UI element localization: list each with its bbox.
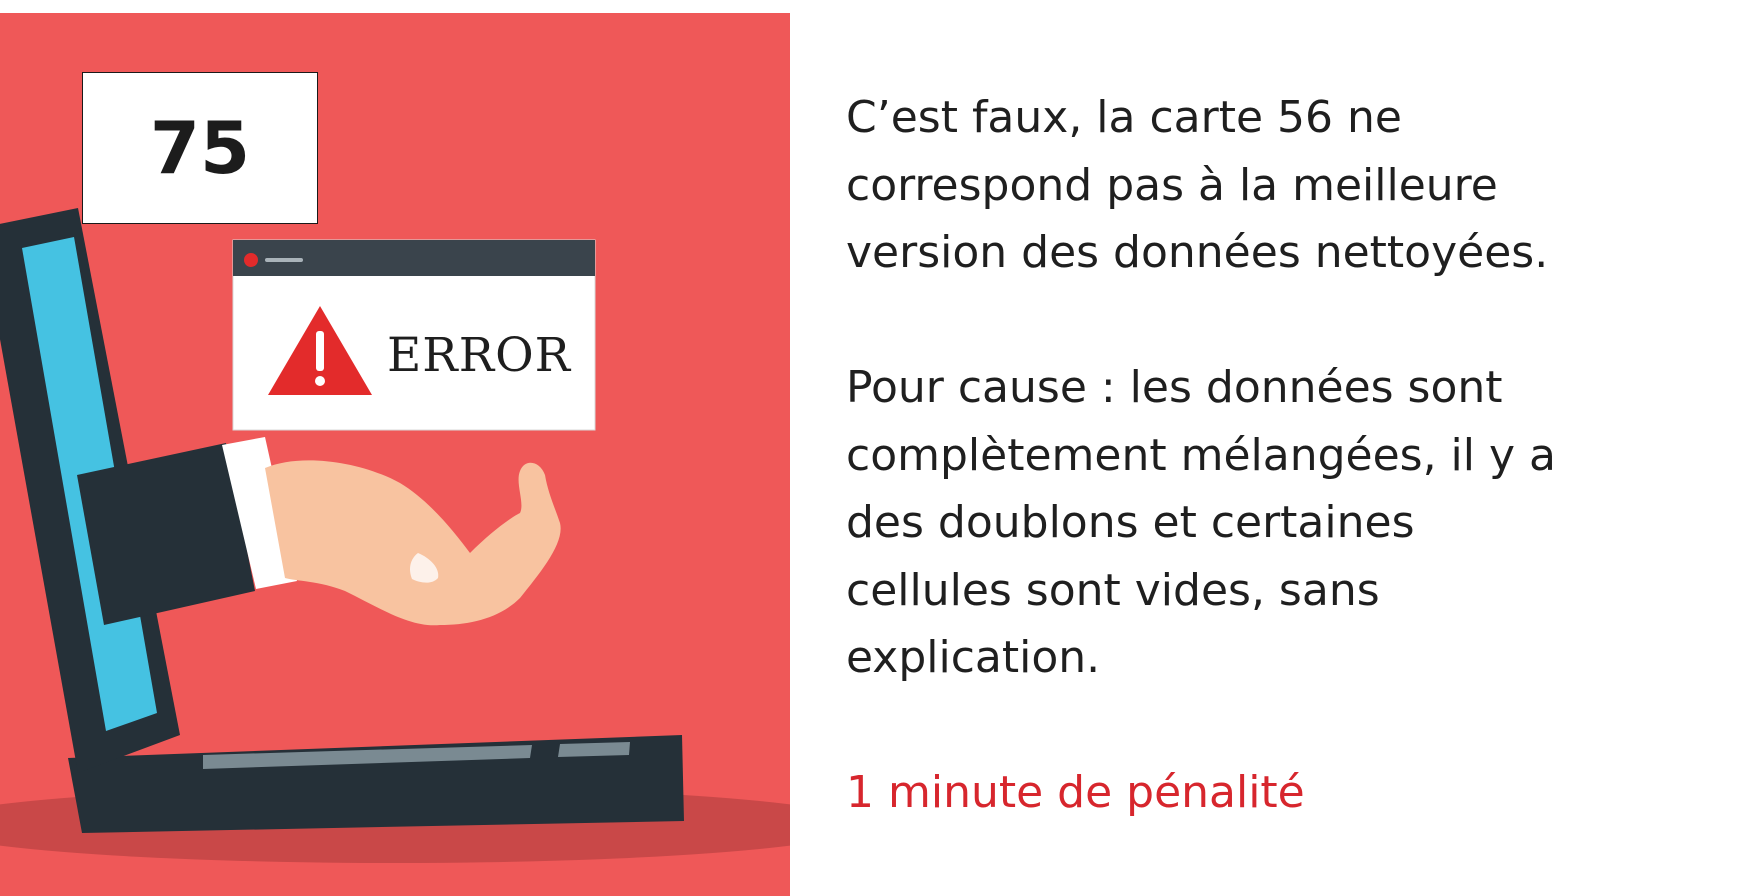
error-window: ERROR bbox=[232, 239, 596, 431]
message-paragraph-1: C’est faux, la carte 56 ne correspond pa… bbox=[846, 92, 1549, 278]
error-label: ERROR bbox=[387, 328, 572, 383]
keyboard-strip-right bbox=[558, 742, 630, 757]
card: ERROR 75 C’est faux, la carte 56 ne corr… bbox=[0, 0, 1754, 896]
message-panel: C’est faux, la carte 56 ne correspond pa… bbox=[846, 84, 1726, 827]
card-number: 75 bbox=[82, 72, 318, 224]
titlebar-line bbox=[265, 258, 303, 262]
message-paragraph-2: Pour cause : les données sont complèteme… bbox=[846, 362, 1556, 683]
error-illustration: ERROR 75 bbox=[0, 13, 790, 896]
penalty-text: 1 minute de pénalité bbox=[846, 767, 1305, 818]
red-dot-icon bbox=[244, 253, 258, 267]
